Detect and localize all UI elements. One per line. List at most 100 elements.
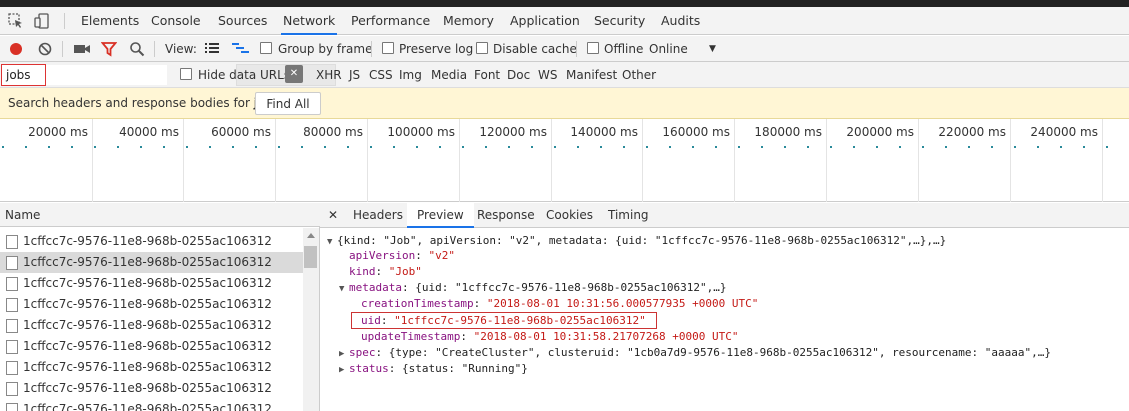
collapse-triangle-icon[interactable]: ▶ — [339, 346, 349, 362]
json-prop-kind: kind: "Job" — [349, 265, 422, 278]
window-top-strip — [0, 0, 1129, 7]
record-icon[interactable] — [8, 41, 24, 57]
hide-data-urls-checkbox[interactable] — [180, 68, 192, 80]
tab-console[interactable]: Console — [149, 7, 203, 35]
preserve-log-checkbox[interactable] — [382, 42, 394, 54]
filter-input[interactable]: jobs — [1, 64, 46, 86]
request-row[interactable]: 1cffcc7c-9576-11e8-968b-0255ac106312 — [0, 315, 303, 336]
request-row[interactable]: 1cffcc7c-9576-11e8-968b-0255ac106312 — [0, 399, 303, 411]
timeline-request-mark — [324, 146, 326, 148]
document-icon — [6, 382, 18, 396]
filter-type-js[interactable]: JS — [349, 62, 360, 88]
timeline-request-mark — [117, 146, 119, 148]
tab-security[interactable]: Security — [592, 7, 647, 35]
scrollbar-thumb[interactable] — [304, 246, 317, 268]
filter-type-other[interactable]: Other — [622, 62, 656, 88]
search-icon[interactable] — [129, 41, 145, 57]
timeline-request-mark — [25, 146, 27, 148]
name-column-header[interactable]: Name — [0, 203, 320, 227]
disable-cache-checkbox[interactable] — [476, 42, 488, 54]
filter-icon[interactable] — [101, 41, 117, 57]
collapse-triangle-icon[interactable]: ▶ — [339, 362, 349, 378]
tab-sources[interactable]: Sources — [216, 7, 269, 35]
timeline-gridline — [734, 119, 735, 202]
request-name: 1cffcc7c-9576-11e8-968b-0255ac106312 — [23, 318, 272, 332]
filter-type-ws[interactable]: WS — [538, 62, 557, 88]
tab-network[interactable]: Network — [281, 7, 338, 35]
inspect-element-icon[interactable] — [8, 13, 24, 29]
request-row[interactable]: 1cffcc7c-9576-11e8-968b-0255ac106312 — [0, 252, 303, 273]
tab-elements[interactable]: Elements — [79, 7, 141, 35]
request-row[interactable]: 1cffcc7c-9576-11e8-968b-0255ac106312 — [0, 378, 303, 399]
group-by-frame-checkbox[interactable] — [260, 42, 272, 54]
timeline-request-mark — [255, 146, 257, 148]
request-row[interactable]: 1cffcc7c-9576-11e8-968b-0255ac106312 — [0, 273, 303, 294]
timeline-request-mark — [899, 146, 901, 148]
filter-type-manifest[interactable]: Manifest — [566, 62, 617, 88]
filter-type-xhr[interactable]: XHR — [316, 62, 342, 88]
tab-preview[interactable]: Preview — [407, 203, 474, 228]
filter-type-css[interactable]: CSS — [369, 62, 393, 88]
json-root-node[interactable]: ▼ {kind: "Job", apiVersion: "v2", metadat… — [327, 233, 946, 249]
document-icon — [6, 319, 18, 333]
timeline-request-mark — [945, 146, 947, 148]
request-name: 1cffcc7c-9576-11e8-968b-0255ac106312 — [23, 339, 272, 353]
search-prompt: Search headers and response bodies for j… — [8, 88, 282, 119]
timeline-request-mark — [439, 146, 441, 148]
offline-checkbox[interactable] — [587, 42, 599, 54]
filter-type-media[interactable]: Media — [431, 62, 467, 88]
timeline-tick-label: 40000 ms — [119, 125, 179, 139]
document-icon — [6, 235, 18, 249]
tab-audits[interactable]: Audits — [659, 7, 702, 35]
timeline-request-mark — [416, 146, 418, 148]
device-toolbar-icon[interactable] — [34, 13, 50, 29]
tabbar-separator — [64, 13, 65, 29]
chevron-down-icon[interactable]: ▼ — [709, 36, 716, 62]
json-status-node[interactable]: ▶ status: {status: "Running"} — [339, 361, 528, 377]
timeline-overview[interactable]: 20000 ms 40000 ms 60000 ms 80000 ms 100000 m… — [0, 119, 1129, 202]
tab-cookies[interactable]: Cookies — [546, 203, 593, 228]
tab-response[interactable]: Response — [477, 203, 535, 228]
timeline-tick-label: 200000 ms — [846, 125, 914, 139]
waterfall-overview-icon[interactable] — [232, 42, 250, 56]
scroll-up-arrow-icon[interactable] — [307, 233, 315, 238]
find-all-button[interactable]: Find All — [255, 92, 321, 115]
document-icon — [6, 361, 18, 375]
view-label: View: — [165, 42, 197, 56]
devtools-tabbar: Elements Console Sources Network Perform… — [0, 7, 1129, 35]
toolbar-separator — [154, 41, 155, 57]
request-name: 1cffcc7c-9576-11e8-968b-0255ac106312 — [23, 381, 272, 395]
filter-type-font[interactable]: Font — [474, 62, 500, 88]
timeline-gridline — [826, 119, 827, 202]
request-row[interactable]: 1cffcc7c-9576-11e8-968b-0255ac106312 — [0, 231, 303, 252]
tab-timing[interactable]: Timing — [608, 203, 649, 228]
tab-performance[interactable]: Performance — [349, 7, 432, 35]
expand-triangle-icon[interactable]: ▼ — [327, 234, 337, 250]
timeline-gridline — [183, 119, 184, 202]
large-rows-icon[interactable] — [205, 42, 219, 56]
expand-triangle-icon[interactable]: ▼ — [339, 281, 349, 297]
timeline-request-mark — [623, 146, 625, 148]
toolbar-separator — [371, 41, 372, 57]
capture-screenshots-icon[interactable] — [73, 41, 91, 57]
hide-data-urls-label: Hide data URLs — [198, 68, 291, 82]
request-row[interactable]: 1cffcc7c-9576-11e8-968b-0255ac106312 — [0, 294, 303, 315]
request-row[interactable]: 1cffcc7c-9576-11e8-968b-0255ac106312 — [0, 357, 303, 378]
toolbar-separator — [576, 41, 577, 57]
timeline-request-mark — [646, 146, 648, 148]
timeline-gridline — [1010, 119, 1011, 202]
clear-icon[interactable] — [37, 41, 53, 57]
throttling-select[interactable]: Online — [649, 36, 688, 62]
timeline-request-mark — [1060, 146, 1062, 148]
request-row[interactable]: 1cffcc7c-9576-11e8-968b-0255ac106312 — [0, 336, 303, 357]
json-prop-apiversion: apiVersion: "v2" — [349, 249, 455, 262]
tab-memory[interactable]: Memory — [441, 7, 496, 35]
tab-headers[interactable]: Headers — [353, 203, 403, 228]
request-name: 1cffcc7c-9576-11e8-968b-0255ac106312 — [23, 297, 272, 311]
close-detail-icon[interactable]: ✕ — [328, 203, 338, 228]
filter-type-doc[interactable]: Doc — [507, 62, 530, 88]
filter-type-img[interactable]: Img — [399, 62, 422, 88]
tab-application[interactable]: Application — [508, 7, 582, 35]
json-metadata-node[interactable]: ▼ metadata: {uid: "1cffcc7c-9576-11e8-968… — [339, 280, 727, 296]
json-spec-node[interactable]: ▶ spec: {type: "CreateCluster", clusterui… — [339, 345, 1051, 361]
